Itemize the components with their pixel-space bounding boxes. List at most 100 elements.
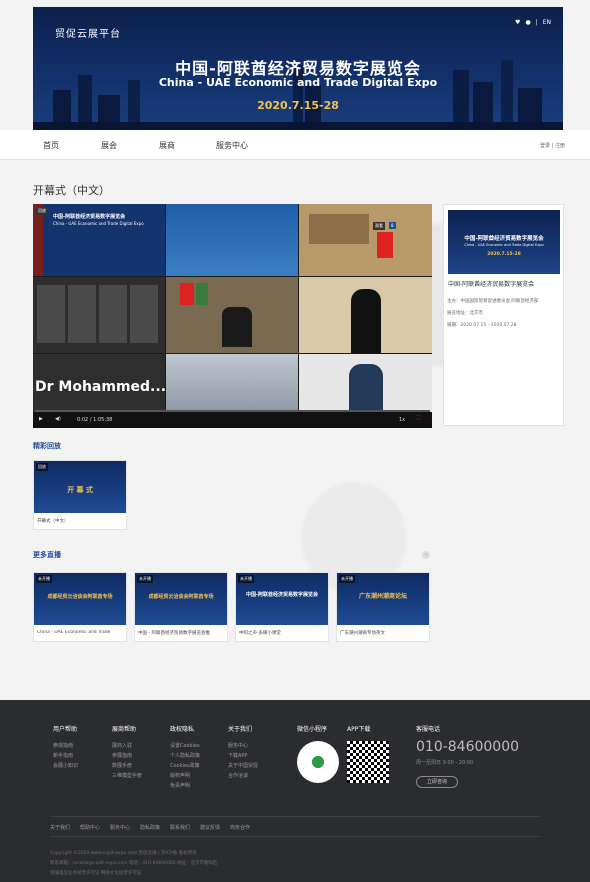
footer-contact: 联系邮箱：service@ccpit-expo.com 电话：010-84600… bbox=[50, 861, 218, 866]
app-qr-code bbox=[347, 741, 389, 783]
live-card[interactable]: 广东潮州潮商论坛 未开播 广东潮州潮商专场英文 bbox=[336, 572, 430, 642]
video-tile-speaker-man bbox=[299, 354, 432, 412]
footer-link[interactable]: 免责声明 bbox=[170, 782, 190, 789]
live-card-badge: 未开播 bbox=[36, 575, 52, 583]
replay-card[interactable]: 开 幕 式 回放 开幕式（中文） bbox=[33, 460, 127, 530]
expo-organizer: 主办：中国国际贸易促进委员会,阿联酋经济部 bbox=[447, 299, 539, 304]
play-icon[interactable]: ▶ bbox=[39, 416, 43, 422]
more-live-arrow-icon[interactable]: › bbox=[422, 551, 430, 559]
live-card-caption: 中阿之声·多媒小课堂 bbox=[239, 631, 281, 636]
live-card[interactable]: 成都经贸云洽谈会阿联酋专场 未开播 China - UAE Economic a… bbox=[33, 572, 127, 642]
video-time: 0:02 / 1:05:38 bbox=[77, 417, 113, 423]
flag-china-2 bbox=[180, 283, 194, 305]
main-nav: 首页 展会 展商 服务中心 登录 | 注册 bbox=[0, 130, 590, 160]
footer-bottom-link[interactable]: 关于我们 bbox=[50, 824, 70, 831]
slide-title-cn: 中国-阿联酋经济贸易数字展览会 bbox=[53, 214, 126, 220]
nav-item-expo[interactable]: 展会 bbox=[101, 140, 117, 151]
live-card-caption: China - UAE Economic and Trade bbox=[37, 630, 111, 635]
footer-link[interactable]: Cookies政策 bbox=[170, 762, 200, 769]
footer-link[interactable]: 新手指南 bbox=[53, 752, 73, 759]
live-card[interactable]: 成都经贸云洽谈会阿联酋专场 未开播 中国 - 阿联酋经济贸易数字展览会推 bbox=[134, 572, 228, 642]
video-tile-speaker-woman bbox=[299, 277, 432, 353]
nav-item-service[interactable]: 服务中心 bbox=[216, 140, 248, 151]
footer-bottom-link[interactable]: 隐私政策 bbox=[140, 824, 160, 831]
footer-bottom-link[interactable]: 建议反馈 bbox=[200, 824, 220, 831]
live-card-thumb-title: 中国-阿联酋经济贸易数字展览会 bbox=[245, 592, 319, 598]
footer-link[interactable]: 会展小知识 bbox=[53, 762, 78, 769]
app-head: APP下载 bbox=[347, 726, 371, 733]
nav-item-exhibitors[interactable]: 展商 bbox=[159, 140, 175, 151]
speaker-woman-figure bbox=[351, 289, 381, 353]
fullscreen-icon[interactable]: ⛶ bbox=[417, 415, 421, 421]
footer-link[interactable]: 下载APP bbox=[228, 752, 247, 759]
footer-link[interactable]: 合作洽谈 bbox=[228, 772, 248, 779]
live-card-thumb-title: 成都经贸云洽谈会阿联酋专场 bbox=[148, 594, 214, 600]
participant-grid bbox=[37, 285, 161, 343]
footer-col-head: 关于我们 bbox=[228, 726, 253, 733]
footer-copyright: Copyright ©2020 www.ccpit-expo.com 贸促云展 … bbox=[50, 851, 197, 856]
live-card-thumb-title: 广东潮州潮商论坛 bbox=[358, 593, 407, 600]
expo-date: 2020.7.15-28 bbox=[257, 99, 339, 112]
heart-icon[interactable]: ♥ bbox=[515, 19, 520, 26]
service-phone: 010-84600000 bbox=[416, 739, 520, 755]
slide-title-en: China - UAE Economic and Trade Digital E… bbox=[53, 221, 144, 226]
footer-col-head: 政权隐私 bbox=[170, 726, 195, 733]
footer-license: 增值电信业务经营许可证 网络文化经营许可证 bbox=[50, 871, 142, 876]
footer-bottom-link[interactable]: 帮助中心 bbox=[80, 824, 100, 831]
footer-link[interactable]: 数展手册 bbox=[112, 762, 132, 769]
expo-info-thumbnail: 中国-阿联酋经济贸易数字展览会 China - UAE Economic and… bbox=[448, 210, 560, 274]
info-thumb-title-en: China - UAE Economic and Trade Digital E… bbox=[464, 243, 544, 247]
live-card-badge: 未开播 bbox=[238, 575, 254, 583]
nav-item-home[interactable]: 首页 bbox=[43, 140, 59, 151]
flag-china bbox=[377, 232, 393, 258]
footer-bottom-link[interactable]: 服务中心 bbox=[110, 824, 130, 831]
speed-control[interactable]: 1x bbox=[399, 417, 405, 423]
page-title: 开幕式（中文） bbox=[33, 184, 110, 197]
video-tile-host bbox=[166, 277, 298, 353]
video-tile-gallery bbox=[33, 277, 165, 353]
viewer-tag: 观看 bbox=[373, 222, 385, 230]
footer-link[interactable]: 参观指南 bbox=[53, 742, 73, 749]
footer-divider bbox=[50, 816, 540, 817]
video-tile-flags bbox=[299, 204, 432, 276]
register-link[interactable]: 注册 bbox=[555, 143, 565, 149]
language-switch[interactable]: EN bbox=[543, 19, 551, 26]
live-card-caption: 广东潮州潮商专场英文 bbox=[340, 631, 385, 636]
consult-button[interactable]: 立即咨询 bbox=[416, 776, 458, 788]
live-card[interactable]: 中国-阿联酋经济贸易数字展览会 未开播 中阿之声·多媒小课堂 bbox=[235, 572, 329, 642]
video-tile-room bbox=[166, 204, 298, 276]
live-card-badge: 未开播 bbox=[339, 575, 355, 583]
footer-link[interactable]: 参展指南 bbox=[112, 752, 132, 759]
footer-link[interactable]: 展商入驻 bbox=[112, 742, 132, 749]
footer-link[interactable]: 服务中心 bbox=[228, 742, 248, 749]
site-footer: 用户帮助 参观指南 新手指南 会展小知识 展商帮助 展商入驻 参展指南 数展手册… bbox=[0, 700, 590, 882]
wechat-qr-code bbox=[297, 741, 339, 783]
platform-brand[interactable]: 贸促云展平台 bbox=[55, 25, 121, 40]
login-link[interactable]: 登录 bbox=[540, 143, 550, 149]
lang-separator: | bbox=[535, 19, 538, 26]
replay-card-caption: 开幕式（中文） bbox=[37, 519, 69, 524]
footer-col-head: 用户帮助 bbox=[53, 726, 78, 733]
footer-bottom-link[interactable]: 商务合作 bbox=[230, 824, 250, 831]
service-hours: 周一至周日 9:00 - 20:00 bbox=[416, 760, 474, 766]
footer-link[interactable]: 版权声明 bbox=[170, 772, 190, 779]
expo-title-en: China - UAE Economic and Trade Digital E… bbox=[158, 76, 438, 89]
expo-info-title: 中国-阿联酋经济贸易数字展览会 bbox=[448, 281, 535, 288]
flag-uae bbox=[196, 283, 208, 305]
footer-link[interactable]: 设置Cookies bbox=[170, 742, 200, 749]
footer-divider bbox=[50, 836, 540, 837]
user-icon[interactable]: ● bbox=[525, 19, 530, 26]
footer-link[interactable]: 关于中国贸促 bbox=[228, 762, 258, 769]
volume-icon[interactable]: ◀) bbox=[55, 416, 61, 422]
video-tile-office bbox=[166, 354, 298, 412]
video-tile-slide: 中国-阿联酋经济贸易数字展览会 China - UAE Economic and… bbox=[33, 204, 165, 276]
auth-separator: | bbox=[551, 143, 554, 149]
footer-bottom-link[interactable]: 联系我们 bbox=[170, 824, 190, 831]
info-thumb-title-cn: 中国-阿联酋经济贸易数字展览会 bbox=[464, 236, 544, 242]
wechat-head: 微信小程序 bbox=[297, 726, 328, 733]
expo-location: 展览地址：北京市 bbox=[447, 311, 483, 316]
replay-badge: 回放 bbox=[36, 207, 48, 215]
footer-link[interactable]: 个人隐私政策 bbox=[170, 752, 200, 759]
more-live-title: 更多直播 bbox=[33, 551, 61, 559]
footer-link[interactable]: 三维模型手册 bbox=[112, 772, 142, 779]
